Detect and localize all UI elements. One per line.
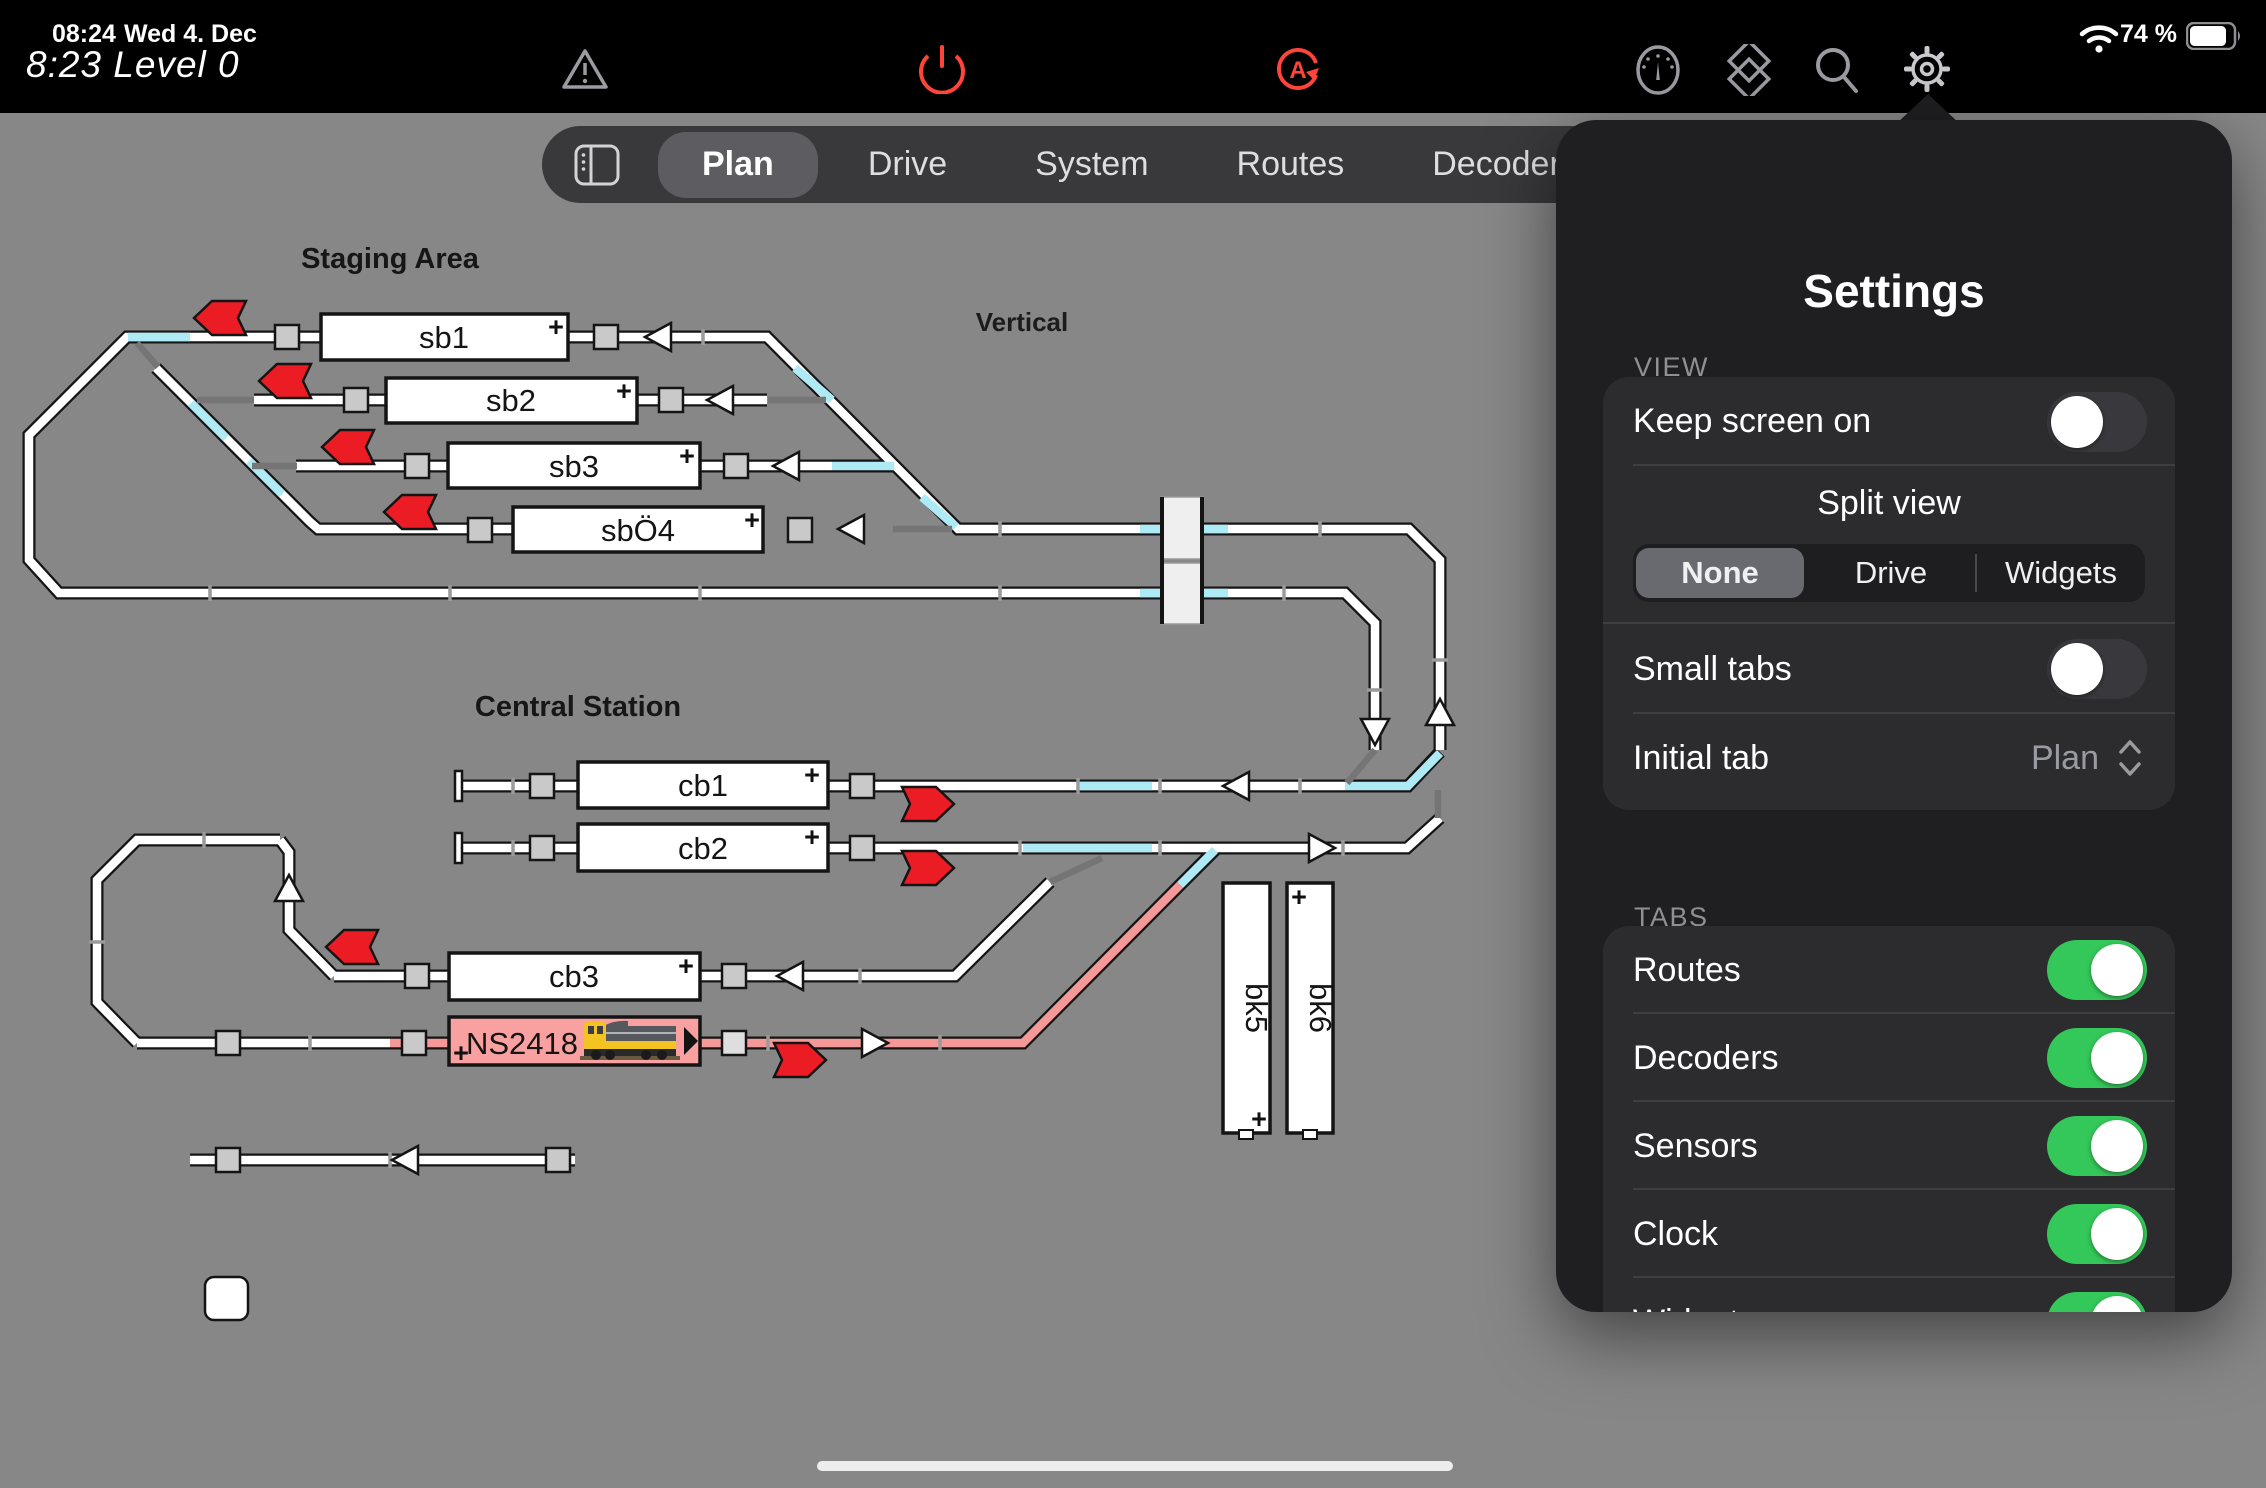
svg-text:+: + [453, 1038, 469, 1068]
sensors-toggle[interactable] [2047, 1116, 2147, 1176]
svg-text:+: + [678, 951, 694, 981]
warning-icon[interactable] [560, 46, 610, 92]
initial-tab-value[interactable]: Plan [2031, 739, 2099, 778]
block-sbo4[interactable]: sbÖ4 + [513, 505, 763, 552]
block-sb3[interactable]: sb3 + [448, 441, 700, 488]
decoders-row: Decoders [1603, 1014, 2175, 1102]
view-card: Keep screen on Split view None Drive Wid… [1603, 377, 2175, 810]
tunnel-bridge [1161, 497, 1203, 624]
widgets-toggle[interactable] [2047, 1292, 2147, 1312]
selector-chevrons-icon[interactable] [2113, 736, 2147, 780]
keep-screen-on-toggle[interactable] [2047, 392, 2147, 452]
svg-text:NS2418: NS2418 [466, 1026, 578, 1061]
svg-text:bk5: bk5 [1239, 983, 1274, 1033]
small-tabs-row: Small tabs [1603, 622, 2175, 714]
block-bk6[interactable]: bk6 + [1287, 882, 1338, 1139]
tab-plan[interactable]: Plan [658, 132, 818, 198]
block-sb2[interactable]: sb2 + [386, 376, 637, 423]
split-option-none[interactable]: None [1636, 548, 1804, 598]
battery-percent: 74 % [2120, 20, 2177, 49]
routes-row: Routes [1603, 926, 2175, 1014]
block-ns2418-occupied[interactable]: NS2418 + [449, 1017, 700, 1068]
block-cb2[interactable]: cb2 + [578, 822, 828, 871]
svg-text:A: A [1289, 57, 1306, 84]
keep-screen-on-row: Keep screen on [1603, 377, 2175, 466]
split-view-segmented-control: None Drive Widgets [1633, 544, 2145, 602]
settings-panel: Settings VIEW Keep screen on Split view … [1556, 120, 2232, 1312]
tab-system[interactable]: System [991, 132, 1192, 198]
settings-title: Settings [1556, 264, 2232, 318]
vertical-label: Vertical [976, 307, 1069, 337]
decoders-label: Decoders [1633, 1039, 1779, 1078]
widgets-label: Widgets [1633, 1303, 1756, 1313]
svg-text:+: + [804, 822, 820, 852]
initial-tab-label: Initial tab [1633, 739, 1769, 778]
locomotive-image [580, 1021, 680, 1060]
buffer-stops [455, 771, 462, 863]
svg-text:bk6: bk6 [1303, 983, 1338, 1033]
gear-icon[interactable] [1900, 42, 1954, 96]
layers-icon[interactable] [1722, 44, 1776, 96]
sensors-label: Sensors [1633, 1127, 1758, 1166]
svg-text:sb1: sb1 [419, 320, 469, 355]
svg-text:cb3: cb3 [549, 959, 599, 994]
search-icon[interactable] [1812, 44, 1862, 96]
routes-label: Routes [1633, 951, 1741, 990]
split-option-widgets[interactable]: Widgets [1977, 555, 2145, 591]
svg-text:cb1: cb1 [678, 768, 728, 803]
home-indicator[interactable] [817, 1461, 1453, 1471]
auto-stop-icon[interactable]: A [1272, 44, 1324, 96]
central-station-label: Central Station [475, 691, 681, 723]
battery-icon [2186, 22, 2244, 50]
small-tabs-toggle[interactable] [2047, 639, 2147, 699]
small-tabs-label: Small tabs [1633, 650, 1792, 689]
wifi-icon [2078, 22, 2120, 54]
tab-routes[interactable]: Routes [1193, 132, 1389, 198]
keep-screen-on-label: Keep screen on [1633, 402, 1871, 441]
svg-text:+: + [1291, 882, 1307, 912]
initial-tab-row: Initial tab Plan [1603, 714, 2175, 802]
svg-text:sb2: sb2 [486, 383, 536, 418]
sidebar-toggle-button[interactable] [542, 144, 652, 186]
sidebar-icon [574, 144, 620, 186]
block-cb1[interactable]: cb1 + [578, 760, 828, 808]
svg-text:+: + [744, 505, 760, 535]
power-icon[interactable] [918, 44, 966, 94]
svg-text:+: + [679, 441, 695, 471]
block-bk5[interactable]: bk5 + [1223, 883, 1274, 1139]
routes-toggle[interactable] [2047, 940, 2147, 1000]
fast-clock-label: 8:23 Level 0 [26, 44, 240, 86]
svg-text:sb3: sb3 [549, 449, 599, 484]
block-cb3[interactable]: cb3 + [449, 951, 700, 1000]
staging-area-label: Staging Area [301, 243, 480, 275]
block-sb1[interactable]: sb1 + [321, 312, 568, 360]
split-option-drive[interactable]: Drive [1807, 555, 1975, 591]
clock-label: Clock [1633, 1215, 1718, 1254]
svg-text:sbÖ4: sbÖ4 [601, 513, 675, 548]
split-view-label: Split view [1603, 466, 2175, 540]
sensors-row: Sensors [1603, 1102, 2175, 1190]
widgets-row: Widgets [1603, 1278, 2175, 1312]
throttle-gauge-icon[interactable] [1632, 44, 1684, 96]
svg-text:+: + [804, 760, 820, 790]
tabs-card: Routes Decoders Sensors Clock Widgets [1603, 926, 2175, 1312]
clock-toggle[interactable] [2047, 1204, 2147, 1264]
tab-drive[interactable]: Drive [824, 132, 991, 198]
clock-row: Clock [1603, 1190, 2175, 1278]
empty-plan-element[interactable] [205, 1277, 248, 1320]
decoders-toggle[interactable] [2047, 1028, 2147, 1088]
svg-text:+: + [616, 376, 632, 406]
svg-text:cb2: cb2 [678, 831, 728, 866]
svg-text:+: + [548, 312, 564, 342]
